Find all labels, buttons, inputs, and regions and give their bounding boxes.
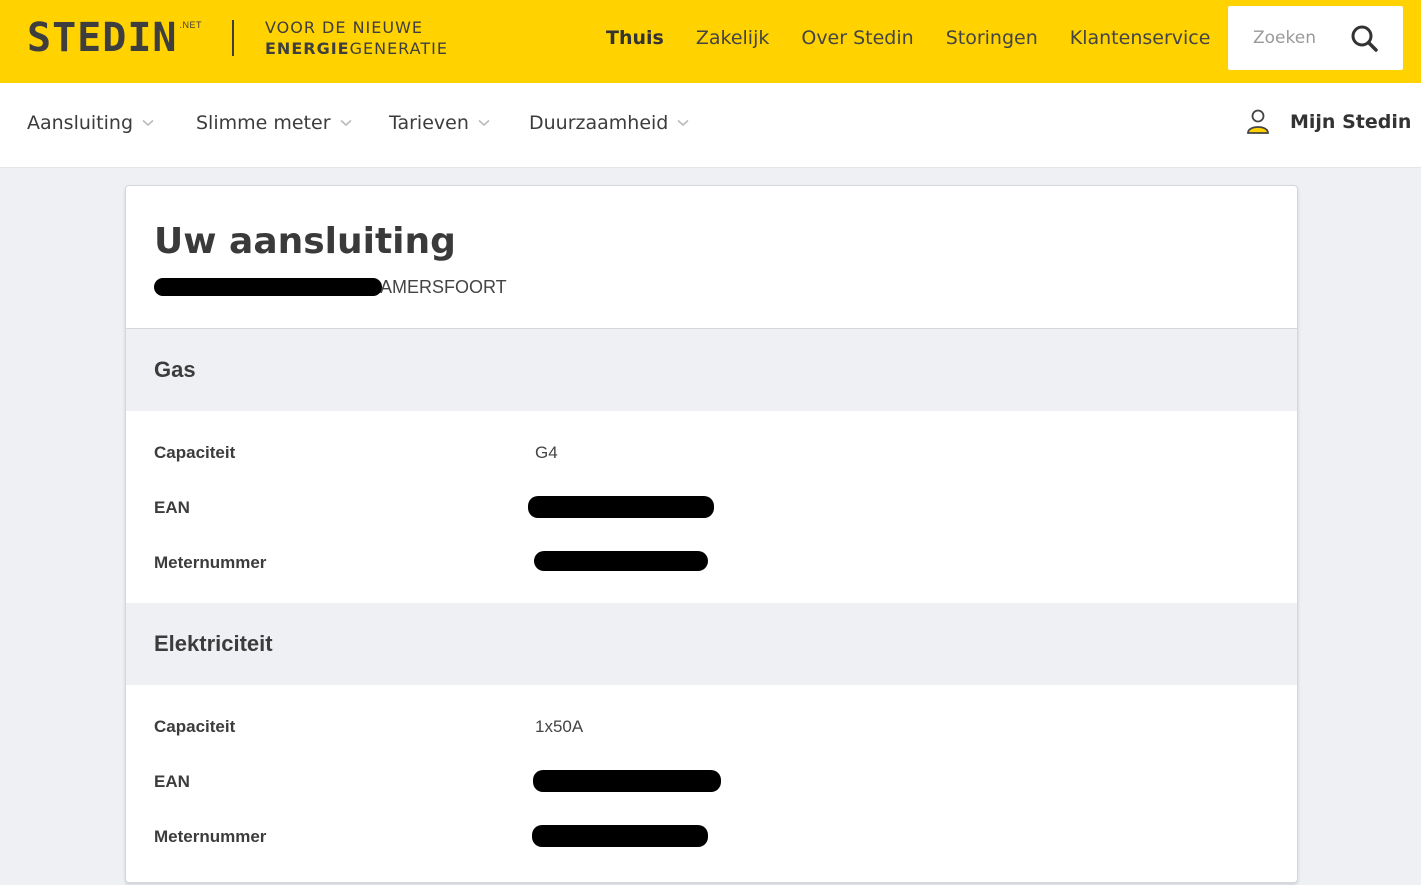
logo-suffix: .NET: [179, 20, 203, 30]
redacted-value: [534, 551, 708, 571]
chevron-down-icon: [142, 119, 154, 127]
redacted-street: [154, 278, 382, 296]
slogan-line-2: ENERGIEGENERATIE: [265, 38, 448, 59]
detail-row: Capaciteit G4: [126, 441, 1297, 465]
detail-row: Meternummer: [126, 551, 1297, 575]
stedin-logo[interactable]: STEDIN .NET: [27, 18, 202, 62]
logo-wordmark: STEDIN: [27, 15, 178, 61]
mijn-stedin-label: Mijn Stedin: [1290, 111, 1412, 133]
chevron-down-icon: [677, 119, 689, 127]
section-gas-body: Capaciteit G4 EAN Meternummer: [126, 411, 1297, 603]
section-title: Gas: [154, 357, 196, 382]
section-title: Elektriciteit: [154, 631, 273, 656]
detail-row: EAN: [126, 770, 1297, 794]
subnav-duurzaamheid[interactable]: Duurzaamheid: [529, 112, 689, 134]
detail-row: Meternummer: [126, 825, 1297, 849]
redacted-value: [528, 496, 714, 518]
section-gas-header: Gas: [126, 329, 1297, 411]
search-icon: [1351, 25, 1378, 52]
row-value: 1x50A: [535, 717, 584, 736]
search-box: [1228, 6, 1403, 70]
card-header: Uw aansluiting AMERSFOORT: [126, 186, 1297, 329]
nav-klantenservice[interactable]: Klantenservice: [1070, 24, 1211, 52]
subnav-aansluiting[interactable]: Aansluiting: [27, 112, 154, 134]
address-city: AMERSFOORT: [380, 276, 507, 297]
redacted-value: [533, 770, 721, 792]
address: AMERSFOORT: [154, 276, 507, 298]
detail-row: EAN: [126, 496, 1297, 520]
row-label: Capaciteit: [154, 443, 236, 462]
row-value: G4: [535, 443, 558, 462]
nav-over-stedin[interactable]: Over Stedin: [801, 24, 913, 52]
nav-thuis[interactable]: Thuis: [606, 24, 664, 52]
row-label: Meternummer: [154, 553, 267, 572]
row-label: Meternummer: [154, 827, 267, 846]
subnav-tarieven[interactable]: Tarieven: [389, 112, 490, 134]
slogan-line-1: VOOR DE NIEUWE: [265, 18, 424, 37]
subnav-label: Aansluiting: [27, 112, 134, 134]
subnav-label: Duurzaamheid: [529, 112, 669, 134]
search-button[interactable]: [1348, 22, 1382, 56]
mijn-stedin-link[interactable]: Mijn Stedin: [1246, 109, 1411, 135]
subnav-label: Tarieven: [389, 112, 469, 134]
search-input[interactable]: [1228, 6, 1346, 70]
connection-card: Uw aansluiting AMERSFOORT Gas Capaciteit…: [125, 185, 1298, 883]
slogan-rest: GENERATIE: [349, 39, 448, 58]
row-label: EAN: [154, 498, 190, 517]
subnav-label: Slimme meter: [196, 112, 331, 134]
user-icon: [1247, 109, 1269, 134]
section-elektriciteit-body: Capaciteit 1x50A EAN Meternummer: [126, 685, 1297, 877]
subnav-slimme-meter[interactable]: Slimme meter: [196, 112, 352, 134]
section-elektriciteit-header: Elektriciteit: [126, 603, 1297, 685]
row-label: EAN: [154, 772, 190, 791]
sub-nav: Aansluiting Slimme meter Tarieven Duurza…: [0, 83, 1421, 168]
nav-storingen[interactable]: Storingen: [946, 24, 1038, 52]
slogan-bold: ENERGIE: [265, 39, 350, 58]
redacted-value: [532, 825, 708, 847]
top-header: STEDIN .NET VOOR DE NIEUWE ENERGIEGENERA…: [0, 0, 1421, 83]
main-nav: Thuis Zakelijk Over Stedin Storingen Kla…: [606, 24, 1242, 52]
chevron-down-icon: [478, 119, 490, 127]
detail-row: Capaciteit 1x50A: [126, 715, 1297, 739]
slogan: VOOR DE NIEUWE ENERGIEGENERATIE: [265, 17, 448, 59]
logo-divider: [232, 20, 234, 56]
page-title: Uw aansluiting: [154, 221, 456, 262]
nav-zakelijk[interactable]: Zakelijk: [696, 24, 770, 52]
row-label: Capaciteit: [154, 717, 236, 736]
chevron-down-icon: [339, 119, 352, 127]
